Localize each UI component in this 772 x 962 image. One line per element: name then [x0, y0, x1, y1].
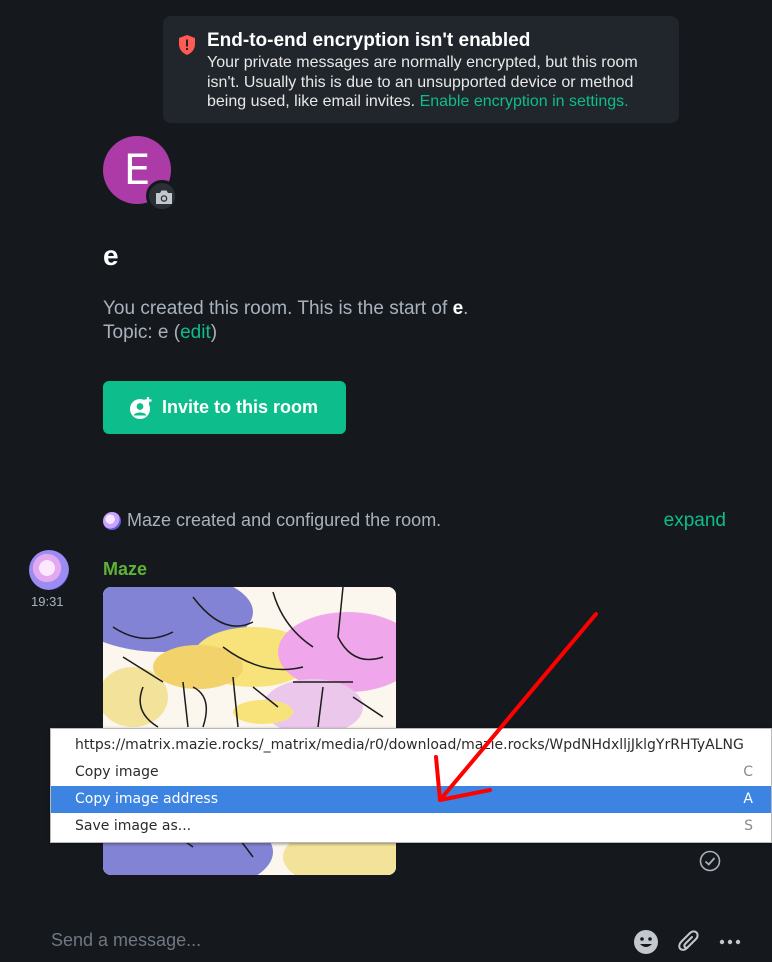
sender-name[interactable]: Maze — [103, 559, 147, 580]
shield-error-icon — [179, 35, 195, 55]
menu-item-image-url[interactable]: https://matrix.mazie.rocks/_matrix/media… — [51, 732, 771, 759]
sender-avatar[interactable] — [29, 550, 69, 590]
menu-item-copy-image[interactable]: Copy image C — [51, 759, 771, 786]
message-composer-input[interactable]: Send a message... — [51, 930, 201, 951]
room-name: e — [103, 240, 119, 271]
context-menu: https://matrix.mazie.rocks/_matrix/media… — [50, 728, 772, 843]
user-add-icon — [130, 396, 152, 419]
shortcut-key: S — [744, 818, 753, 834]
menu-item-save-image[interactable]: Save image as... S — [51, 813, 771, 840]
room-intro: You created this room. This is the start… — [103, 298, 469, 343]
change-avatar-button[interactable] — [146, 180, 178, 212]
shortcut-key: A — [743, 791, 753, 807]
menu-item-copy-image-address[interactable]: Copy image address A — [51, 786, 771, 813]
room-created-summary: Maze created and configured the room. ex… — [103, 510, 728, 532]
edit-topic-link[interactable]: edit — [180, 322, 211, 343]
shortcut-key: C — [743, 764, 753, 780]
banner-body: Your private messages are normally encry… — [207, 54, 638, 110]
avatar[interactable] — [103, 512, 121, 530]
encryption-warning-banner: End-to-end encryption isn't enabled Your… — [163, 16, 679, 123]
invite-button-label: Invite to this room — [162, 397, 319, 417]
attachment-icon[interactable] — [676, 929, 702, 955]
expand-link[interactable]: expand — [664, 510, 726, 532]
banner-title: End-to-end encryption isn't enabled — [207, 30, 531, 51]
message-timestamp[interactable]: 19:31 — [31, 594, 64, 609]
enable-encryption-link[interactable]: Enable encryption in settings. — [420, 93, 629, 110]
camera-icon — [156, 190, 172, 204]
read-receipt-icon[interactable] — [699, 850, 721, 872]
more-options-icon[interactable] — [719, 929, 743, 955]
invite-button[interactable]: Invite to this room — [103, 381, 346, 434]
created-text: Maze created and configured the room. — [127, 510, 442, 530]
emoji-icon[interactable] — [633, 929, 659, 955]
